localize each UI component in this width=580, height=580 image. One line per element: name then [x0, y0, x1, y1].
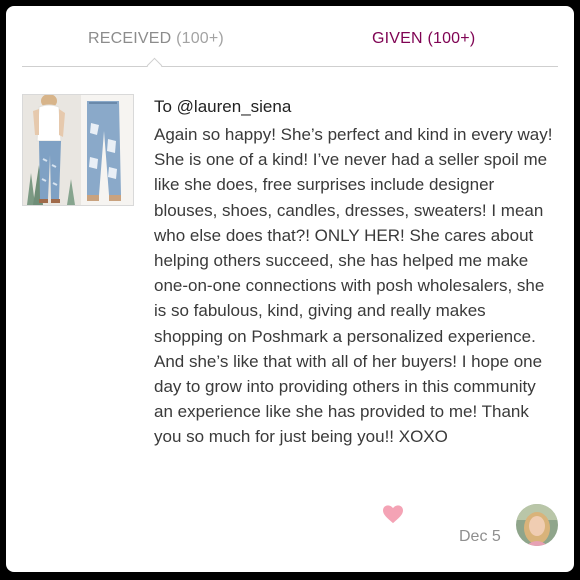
- avatar[interactable]: [516, 504, 558, 546]
- listing-photo: [23, 95, 133, 205]
- tab-received-label: RECEIVED: [88, 30, 172, 47]
- avatar-photo: [516, 504, 558, 546]
- review-recipient[interactable]: To @lauren_siena: [154, 96, 554, 118]
- tab-given[interactable]: GIVEN (100+): [372, 30, 475, 48]
- tab-given-count: (100+): [427, 30, 476, 47]
- review-text: Again so happy! She’s perfect and kind i…: [154, 125, 553, 447]
- tab-received-count: (100+): [176, 30, 224, 47]
- tabs-divider: [22, 66, 558, 67]
- heart-icon[interactable]: [382, 504, 404, 524]
- screenshot-frame: RECEIVED (100+) GIVEN (100+) To @lauren_…: [0, 0, 580, 580]
- active-tab-indicator: [146, 57, 163, 74]
- review-tabs: RECEIVED (100+) GIVEN (100+): [22, 20, 558, 74]
- review-date: Dec 5: [459, 528, 501, 545]
- review-content: To @lauren_siena Again so happy! She’s p…: [154, 96, 554, 450]
- review-card: RECEIVED (100+) GIVEN (100+) To @lauren_…: [6, 6, 574, 572]
- tab-received[interactable]: RECEIVED (100+): [88, 30, 224, 48]
- tab-given-label: GIVEN: [372, 30, 423, 47]
- listing-thumbnail[interactable]: [22, 94, 134, 206]
